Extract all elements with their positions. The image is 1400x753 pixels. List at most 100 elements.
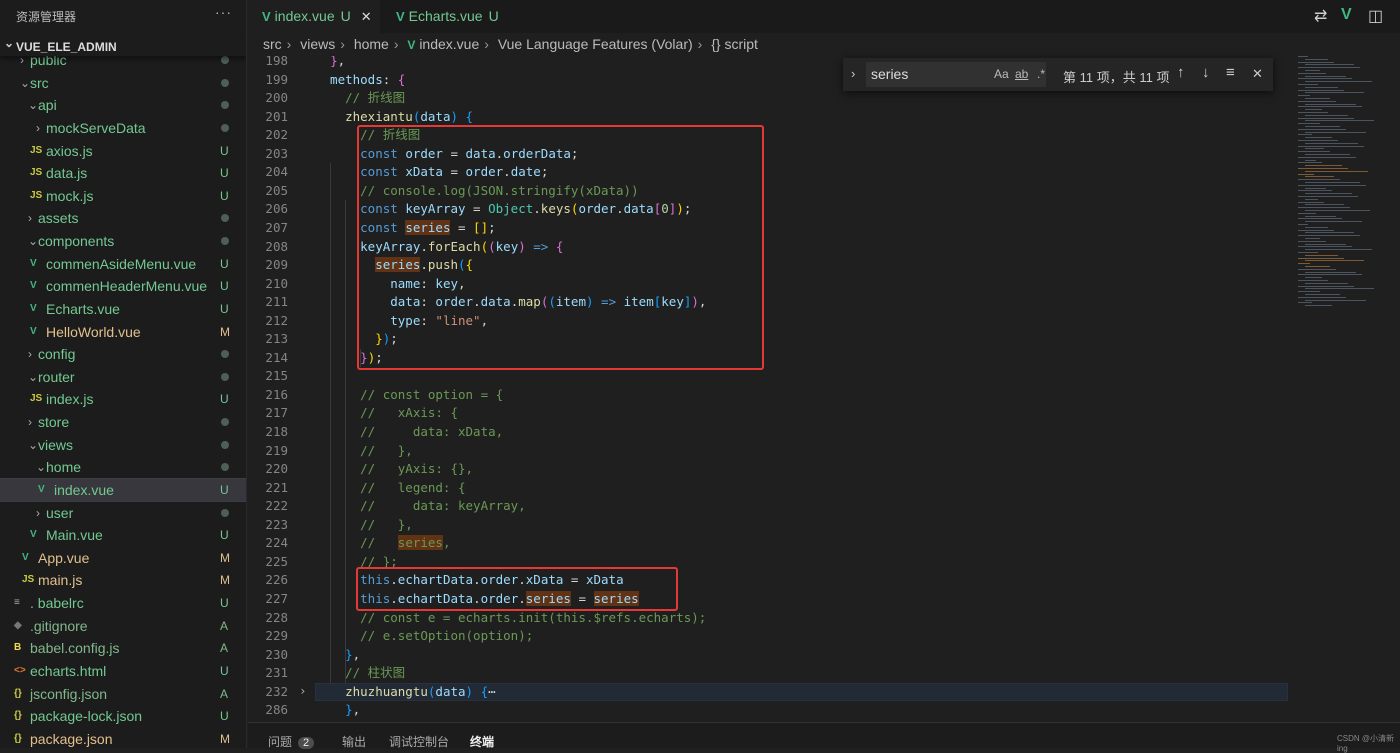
tree-item[interactable]: ⌄ router xyxy=(0,366,246,388)
code-token: { xyxy=(465,108,474,124)
tab-debug-console[interactable]: 调试控制台 xyxy=(389,733,449,750)
tab-echarts-vue[interactable]: V Echarts.vue U xyxy=(382,0,522,33)
tree-item[interactable]: JS index.js U xyxy=(0,388,246,410)
git-status-badge: A xyxy=(220,641,229,656)
chevron-right-icon[interactable]: › xyxy=(36,117,40,139)
fold-chevron-icon[interactable]: › xyxy=(299,683,307,698)
tab-output[interactable]: 输出 xyxy=(342,733,366,750)
tree-item[interactable]: <> echarts.html U xyxy=(0,660,246,682)
tab-index-vue[interactable]: Vindex.vue U ✕ xyxy=(248,0,380,33)
tab-problems[interactable]: 问题 2 xyxy=(268,733,315,750)
chevron-right-icon[interactable]: › xyxy=(28,411,32,433)
minimap-line xyxy=(1305,98,1330,99)
vue-icon[interactable]: V xyxy=(1341,6,1352,24)
chevron-down-icon[interactable]: ⌄ xyxy=(20,72,30,94)
code-line: methods: { xyxy=(315,71,405,90)
tree-item[interactable]: ≡ . babelrc U xyxy=(0,592,246,614)
breadcrumb-item[interactable]: src xyxy=(263,36,282,52)
breadcrumb-item[interactable]: Vue Language Features (Volar) xyxy=(498,36,693,52)
chevron-right-icon[interactable]: › xyxy=(36,502,40,524)
tree-item-label: Echarts.vue xyxy=(46,300,120,317)
problems-count-badge: 2 xyxy=(298,737,315,749)
tree-item[interactable]: VcommenAsideMenu.vue U xyxy=(0,253,246,275)
js-file-icon: JS xyxy=(30,189,43,201)
minimap-line xyxy=(1305,92,1364,94)
source-control-compare-icon[interactable]: ⇄ xyxy=(1314,6,1327,26)
tree-item[interactable]: › store xyxy=(0,411,246,433)
modified-dot-icon xyxy=(221,78,229,87)
tree-item[interactable]: V Main.vue U xyxy=(0,524,246,546)
modified-dot-icon xyxy=(221,237,229,246)
chevron-down-icon[interactable]: ⌄ xyxy=(28,94,38,116)
tree-item[interactable]: Vindex.vue U xyxy=(0,477,246,502)
minimap-line xyxy=(1305,249,1372,251)
tree-item[interactable]: {} jsconfig.json A xyxy=(0,683,246,705)
minimap-line xyxy=(1305,159,1316,161)
match-count: 第 11 项，共 11 项 xyxy=(1063,70,1170,85)
tree-item[interactable]: › config xyxy=(0,343,246,365)
tree-item[interactable]: V App.vue M xyxy=(0,547,246,569)
breadcrumb-item[interactable]: index.vue xyxy=(419,36,479,52)
line-number: 200 xyxy=(265,90,288,106)
git-status-badge: U xyxy=(220,664,229,678)
minimap-line xyxy=(1305,142,1358,144)
toggle-replace-icon[interactable]: › xyxy=(851,66,855,81)
line-number: 217 xyxy=(265,405,288,421)
code-token: zhuzhuangtu xyxy=(315,683,428,699)
tree-item-label: jsconfig.json xyxy=(30,685,108,702)
tree-item[interactable]: V HelloWorld.vue M xyxy=(0,321,246,343)
chevron-down-icon[interactable]: ⌄ xyxy=(28,366,38,388)
js-file-icon: JS xyxy=(30,144,43,156)
tree-item[interactable]: {} package-lock.json U xyxy=(0,705,246,727)
minimap-line xyxy=(1305,198,1318,200)
workspace-root[interactable]: ⌄ VUE_ELE_ADMIN xyxy=(0,36,246,56)
line-number: 212 xyxy=(265,312,288,328)
breadcrumb-item[interactable]: {} script xyxy=(711,36,758,52)
tree-item[interactable]: › mockServeData xyxy=(0,117,246,139)
editor-tab-bar: Vindex.vue U ✕ V Echarts.vue U ⇄ V ◫ xyxy=(248,0,1400,33)
chevron-right-icon[interactable]: › xyxy=(28,207,32,229)
tree-item[interactable]: JS mock.js U xyxy=(0,185,246,207)
minimap-line xyxy=(1305,137,1332,139)
chevron-down-icon[interactable]: ⌄ xyxy=(28,230,38,252)
find-in-selection-icon[interactable]: ≡ xyxy=(1226,64,1235,81)
breadcrumb-item[interactable]: views xyxy=(300,36,335,52)
regex-toggle[interactable]: .* xyxy=(1037,67,1045,81)
match-whole-word-toggle[interactable]: ab xyxy=(1015,67,1028,81)
tree-item[interactable]: › user xyxy=(0,502,246,524)
tree-item[interactable]: JS main.js M xyxy=(0,569,246,591)
close-icon[interactable]: ✕ xyxy=(361,9,372,24)
tab-label: index.vue xyxy=(274,8,335,24)
chevron-right-icon[interactable]: › xyxy=(28,343,32,365)
minimap[interactable] xyxy=(1290,56,1400,336)
tree-item[interactable]: V Echarts.vue U xyxy=(0,298,246,320)
git-status-badge: U xyxy=(220,166,229,181)
tree-item[interactable]: Bbabel.config.js A xyxy=(0,637,246,659)
tree-item[interactable]: {} package.json M xyxy=(0,728,246,748)
tree-item[interactable]: ◆ .gitignore A xyxy=(0,615,246,637)
tree-item[interactable]: JS data.js U xyxy=(0,162,246,184)
tab-terminal[interactable]: 终端 xyxy=(470,733,494,750)
breadcrumb-item[interactable]: home xyxy=(354,36,389,52)
tree-item[interactable]: ⌄ src xyxy=(0,72,246,94)
minimap-line xyxy=(1305,204,1344,206)
tree-item[interactable]: VcommenHeaderMenu.vue U xyxy=(0,275,246,297)
code-token: { xyxy=(480,683,489,699)
tree-item[interactable]: JS axios.js U xyxy=(0,140,246,162)
tree-item[interactable]: ⌄ components xyxy=(0,230,246,252)
more-actions-icon[interactable]: ··· xyxy=(215,4,232,20)
tree-item[interactable]: ⌄ api xyxy=(0,94,246,116)
line-number: 216 xyxy=(265,386,288,402)
match-case-toggle[interactable]: Aa xyxy=(994,67,1009,81)
next-match-icon[interactable]: ↓ xyxy=(1202,64,1210,81)
tree-item[interactable]: ⌄ home xyxy=(0,456,246,478)
chevron-down-icon[interactable]: ⌄ xyxy=(28,434,38,456)
tree-item[interactable]: › assets xyxy=(0,207,246,229)
chevron-down-icon[interactable]: ⌄ xyxy=(36,456,46,478)
split-editor-icon[interactable]: ◫ xyxy=(1368,6,1383,26)
code-token: , xyxy=(352,702,361,718)
minimap-line xyxy=(1305,86,1338,88)
previous-match-icon[interactable]: ↑ xyxy=(1177,64,1185,81)
tree-item[interactable]: ⌄ views xyxy=(0,434,246,456)
close-icon[interactable]: ✕ xyxy=(1252,66,1263,82)
